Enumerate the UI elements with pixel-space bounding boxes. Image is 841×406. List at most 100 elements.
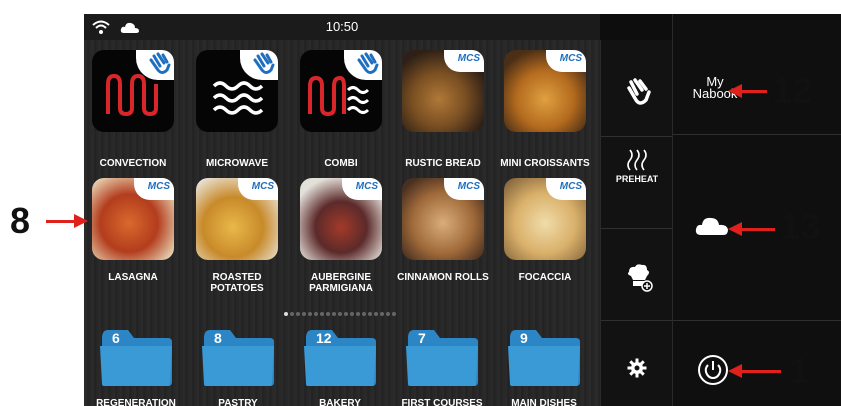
page-dot	[296, 312, 300, 316]
mcs-badge: MCS	[546, 50, 586, 72]
mcs-badge: MCS	[444, 50, 484, 72]
tile-label-cinnamon-rolls: CINNAMON ROLLS	[397, 272, 489, 283]
tile-label-combi: COMBI	[324, 158, 358, 169]
tile-mini-croissants[interactable]: MCS	[504, 50, 586, 132]
tile-microwave[interactable]	[196, 50, 278, 132]
folder-label-first-courses: FIRST COURSES	[401, 398, 483, 406]
divider	[673, 320, 841, 321]
tile-label-lasagna: LASAGNA	[108, 272, 158, 283]
page-dot	[290, 312, 294, 316]
tile-combi[interactable]	[300, 50, 382, 132]
preheat-label: PREHEAT	[615, 174, 659, 184]
page-dot	[350, 312, 354, 316]
tile-focaccia[interactable]: MCS	[504, 178, 586, 260]
callout-12: 12	[772, 70, 813, 111]
gear-icon[interactable]	[627, 358, 647, 378]
mcs-badge: MCS	[134, 178, 174, 200]
tile-label-focaccia: FOCACCIA	[518, 272, 572, 283]
tile-label-mini-croissants: MINI CROISSANTS	[500, 158, 590, 169]
tile-lasagna[interactable]: MCS	[92, 178, 174, 260]
tile-roasted-potatoes[interactable]: MCS	[196, 178, 278, 260]
callout-arrowhead-12	[728, 84, 742, 98]
folder-bakery[interactable]: 12	[302, 328, 378, 386]
mynabook-button[interactable]: My Nabook	[673, 75, 757, 100]
power-icon[interactable]	[697, 354, 729, 386]
add-recipe-chef-hat-icon[interactable]	[623, 262, 653, 292]
folder-first-courses[interactable]: 7	[404, 328, 480, 386]
divider	[601, 136, 672, 137]
callout-arrowhead-1	[728, 364, 742, 378]
manual-badge	[240, 50, 278, 80]
folder-count: 8	[214, 330, 222, 346]
manual-badge	[344, 50, 382, 80]
clock-time: 10:50	[325, 19, 359, 34]
folder-label-pastry: PASTRY	[218, 398, 258, 406]
page-dot	[332, 312, 336, 316]
folder-icon	[508, 330, 580, 386]
tile-label-rustic-bread: RUSTIC BREAD	[405, 158, 481, 169]
page-dot	[380, 312, 384, 316]
folder-icon	[100, 330, 172, 386]
page-dot	[314, 312, 318, 316]
callout-arrow-8	[46, 220, 76, 223]
status-bar: 10:50	[84, 14, 600, 40]
divider	[673, 134, 841, 135]
callout-arrowhead-8	[74, 214, 88, 228]
page-dot	[338, 312, 342, 316]
folder-icon	[304, 330, 376, 386]
tile-cinnamon-rolls[interactable]: MCS	[402, 178, 484, 260]
page-indicator[interactable]	[284, 312, 396, 318]
folder-label-bakery: BAKERY	[319, 398, 361, 406]
page-dot	[302, 312, 306, 316]
callout-arrow-1	[741, 370, 781, 373]
hand-icon	[357, 52, 379, 74]
tile-label-microwave: MICROWAVE	[205, 158, 269, 169]
divider	[601, 228, 672, 229]
callout-13: 13	[780, 206, 821, 247]
page-dot	[356, 312, 360, 316]
mcs-badge: MCS	[238, 178, 278, 200]
cloud-icon[interactable]	[695, 214, 729, 236]
folder-regeneration[interactable]: 6	[98, 328, 174, 386]
folder-label-regeneration: REGENERATION	[96, 398, 176, 406]
folder-count: 6	[112, 330, 120, 346]
oven-control-screen: 10:50 CONVECTION MICROWAVE COMBI MCS RUS…	[84, 14, 841, 406]
mcs-badge: MCS	[342, 178, 382, 200]
page-dot	[374, 312, 378, 316]
page-dot	[344, 312, 348, 316]
page-dot-active	[284, 312, 288, 316]
page-dot	[362, 312, 366, 316]
callout-arrow-12	[741, 90, 767, 93]
folder-icon	[406, 330, 478, 386]
folder-count: 9	[520, 330, 528, 346]
mcs-badge: MCS	[444, 178, 484, 200]
callout-1: 1	[790, 350, 811, 391]
divider	[601, 320, 672, 321]
page-dot	[386, 312, 390, 316]
tile-label-convection: CONVECTION	[99, 158, 167, 169]
mcs-badge: MCS	[546, 178, 586, 200]
tile-label-roasted-potatoes: ROASTED POTATOES	[210, 272, 264, 294]
manual-hand-icon[interactable]	[621, 76, 653, 108]
page-dot	[308, 312, 312, 316]
page-dot	[326, 312, 330, 316]
callout-8: 8	[10, 200, 31, 241]
tile-label-aubergine-parmigiana: AUBERGINE PARMIGIANA	[309, 272, 373, 294]
folder-label-main-dishes: MAIN DISHES	[511, 398, 577, 406]
tile-convection[interactable]	[92, 50, 174, 132]
folder-pastry[interactable]: 8	[200, 328, 276, 386]
preheat-icon[interactable]	[625, 148, 649, 172]
tile-aubergine-parmigiana[interactable]: MCS	[300, 178, 382, 260]
function-column: PREHEAT	[600, 40, 672, 406]
folder-main-dishes[interactable]: 9	[506, 328, 582, 386]
hand-icon	[253, 52, 275, 74]
callout-arrow-13	[741, 228, 775, 231]
tile-rustic-bread[interactable]: MCS	[402, 50, 484, 132]
programs-panel: CONVECTION MICROWAVE COMBI MCS RUSTIC BR…	[84, 40, 600, 406]
folder-count: 7	[418, 330, 426, 346]
page-dot	[392, 312, 396, 316]
page-dot	[368, 312, 372, 316]
manual-badge	[136, 50, 174, 80]
page-dot	[320, 312, 324, 316]
hand-icon	[149, 52, 171, 74]
